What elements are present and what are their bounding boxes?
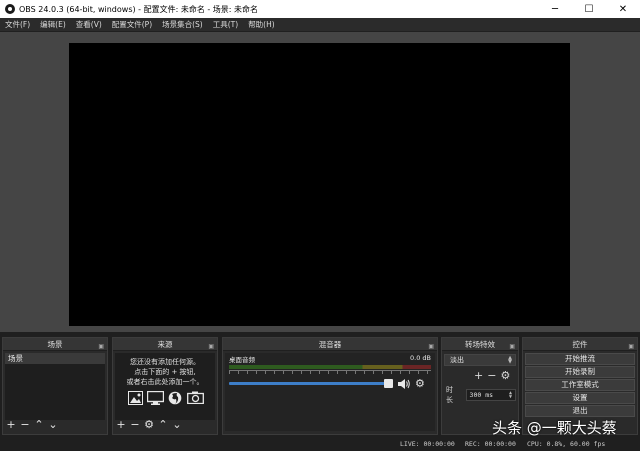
mixer-dock-header: 混音器 ▣ xyxy=(223,338,437,351)
menu-file[interactable]: 文件(F) xyxy=(0,19,35,30)
mixer-dock-title: 混音器 xyxy=(318,340,342,349)
menu-edit[interactable]: 编辑(E) xyxy=(35,19,71,30)
channel-db: 0.0 dB xyxy=(410,354,431,362)
add-source-button[interactable]: + xyxy=(115,419,127,431)
channel-name: 桌面音频 xyxy=(229,356,255,364)
menu-profile[interactable]: 配置文件(P) xyxy=(107,19,157,30)
move-source-down-button[interactable]: ⌄ xyxy=(171,419,183,431)
scenes-dock-title: 场景 xyxy=(47,340,63,349)
add-scene-button[interactable]: + xyxy=(5,419,17,431)
menu-scene-collection[interactable]: 场景集合(S) xyxy=(157,19,208,30)
menu-tools[interactable]: 工具(T) xyxy=(208,19,243,30)
obs-logo-icon xyxy=(5,4,15,14)
move-scene-up-button[interactable]: ⌃ xyxy=(33,419,45,431)
sources-dock-header: 来源 ▣ xyxy=(113,338,217,351)
duration-value: 300 ms xyxy=(469,391,494,399)
image-icon xyxy=(126,390,144,405)
exit-button[interactable]: 退出 xyxy=(525,405,635,417)
volume-slider-handle[interactable] xyxy=(384,379,393,388)
undock-icon[interactable]: ▣ xyxy=(98,340,104,353)
maximize-button[interactable]: ☐ xyxy=(572,0,606,18)
cpu-fps: CPU: 0.8%, 60.00 fps xyxy=(527,440,606,448)
meter-ticks xyxy=(229,370,431,374)
live-timer: LIVE: 00:00:00 xyxy=(400,440,455,448)
add-transition-button[interactable]: + xyxy=(474,369,483,382)
hint-line: 点击下面的 + 按钮, xyxy=(134,368,196,376)
minimize-button[interactable]: ─ xyxy=(538,0,572,18)
mixer-settings-gear-icon[interactable]: ⚙ xyxy=(415,377,425,390)
watermark: 头条 @一颗大头蔡 xyxy=(492,419,617,437)
scene-list-item[interactable]: 场景 xyxy=(5,353,105,364)
undock-icon[interactable]: ▣ xyxy=(628,340,634,353)
transition-select[interactable]: 淡出 ▲ ▼ xyxy=(444,354,516,366)
duration-label: 时长 xyxy=(446,386,453,404)
menu-bar: 文件(F) 编辑(E) 查看(V) 配置文件(P) 场景集合(S) 工具(T) … xyxy=(0,18,640,32)
volume-meter xyxy=(229,365,431,369)
empty-sources-hint: 您还没有添加任何源。 点击下面的 + 按钮, 或者右击此处添加一个。 xyxy=(115,353,215,387)
transitions-dock-header: 转场特效 ▣ xyxy=(442,338,518,351)
duration-input[interactable]: 300 ms ▲ ▼ xyxy=(465,389,516,401)
source-type-icons xyxy=(115,390,215,405)
preview-area xyxy=(0,32,640,332)
scenes-dock: 场景 ▣ 场景 + − ⌃ ⌄ xyxy=(2,337,108,435)
status-bar: LIVE: 00:00:00 REC: 00:00:00 CPU: 0.8%, … xyxy=(0,437,640,451)
mixer-channel-header: 桌面音频 0.0 dB xyxy=(225,353,435,364)
move-scene-down-button[interactable]: ⌄ xyxy=(47,419,59,431)
sources-dock-title: 来源 xyxy=(157,340,173,349)
scenes-dock-header: 场景 ▣ xyxy=(3,338,107,351)
remove-transition-button[interactable]: − xyxy=(487,369,496,382)
mixer-channel: 桌面音频 0.0 dB ⚙ xyxy=(225,353,435,431)
controls-buttons: 开始推流 开始录制 工作室模式 设置 退出 xyxy=(525,353,635,418)
window-titlebar[interactable]: OBS 24.0.3 (64-bit, windows) - 配置文件: 未命名… xyxy=(0,0,640,18)
scene-list[interactable]: 场景 xyxy=(5,353,105,420)
controls-dock-header: 控件 ▣ xyxy=(523,338,637,351)
rec-timer: REC: 00:00:00 xyxy=(465,440,516,448)
speaker-icon[interactable] xyxy=(397,378,411,390)
transition-properties-gear-icon[interactable]: ⚙ xyxy=(500,369,510,382)
window-title: OBS 24.0.3 (64-bit, windows) - 配置文件: 未命名… xyxy=(19,4,259,14)
hint-line: 您还没有添加任何源。 xyxy=(130,358,200,366)
scenes-toolbar: + − ⌃ ⌄ xyxy=(5,418,59,432)
start-recording-button[interactable]: 开始录制 xyxy=(525,366,635,378)
spin-arrows-icon: ▲ ▼ xyxy=(508,355,512,365)
source-properties-gear-icon[interactable]: ⚙ xyxy=(143,419,155,431)
move-source-up-button[interactable]: ⌃ xyxy=(157,419,169,431)
display-capture-icon xyxy=(146,390,164,405)
undock-icon[interactable]: ▣ xyxy=(208,340,214,353)
duration-row: 时长 300 ms ▲ ▼ xyxy=(444,385,516,405)
hint-line: 或者右击此处添加一个。 xyxy=(126,378,204,386)
camera-icon xyxy=(186,390,204,405)
sources-dock: 来源 ▣ 您还没有添加任何源。 点击下面的 + 按钮, 或者右击此处添加一个。 … xyxy=(112,337,218,435)
settings-button[interactable]: 设置 xyxy=(525,392,635,404)
transitions-toolbar: + − ⚙ xyxy=(444,369,516,382)
controls-dock-title: 控件 xyxy=(572,340,588,349)
preview-canvas[interactable] xyxy=(69,43,570,326)
volume-controls: ⚙ xyxy=(229,377,431,390)
sources-toolbar: + − ⚙ ⌃ ⌄ xyxy=(115,418,183,432)
source-list[interactable]: 您还没有添加任何源。 点击下面的 + 按钮, 或者右击此处添加一个。 xyxy=(115,353,215,420)
studio-mode-button[interactable]: 工作室模式 xyxy=(525,379,635,391)
menu-view[interactable]: 查看(V) xyxy=(71,19,107,30)
undock-icon[interactable]: ▣ xyxy=(509,340,515,353)
browser-globe-icon xyxy=(166,390,184,405)
mixer-dock: 混音器 ▣ 桌面音频 0.0 dB ⚙ xyxy=(222,337,438,435)
spin-arrows-icon[interactable]: ▲ ▼ xyxy=(509,391,512,400)
undock-icon[interactable]: ▣ xyxy=(428,340,434,353)
remove-source-button[interactable]: − xyxy=(129,419,141,431)
start-streaming-button[interactable]: 开始推流 xyxy=(525,353,635,365)
transitions-dock-title: 转场特效 xyxy=(465,340,495,349)
remove-scene-button[interactable]: − xyxy=(19,419,31,431)
volume-slider[interactable] xyxy=(229,379,393,388)
window-controls: ─ ☐ ✕ xyxy=(538,0,640,18)
close-button[interactable]: ✕ xyxy=(606,0,640,18)
menu-help[interactable]: 帮助(H) xyxy=(243,19,280,30)
transition-selected-value: 淡出 xyxy=(450,356,464,364)
